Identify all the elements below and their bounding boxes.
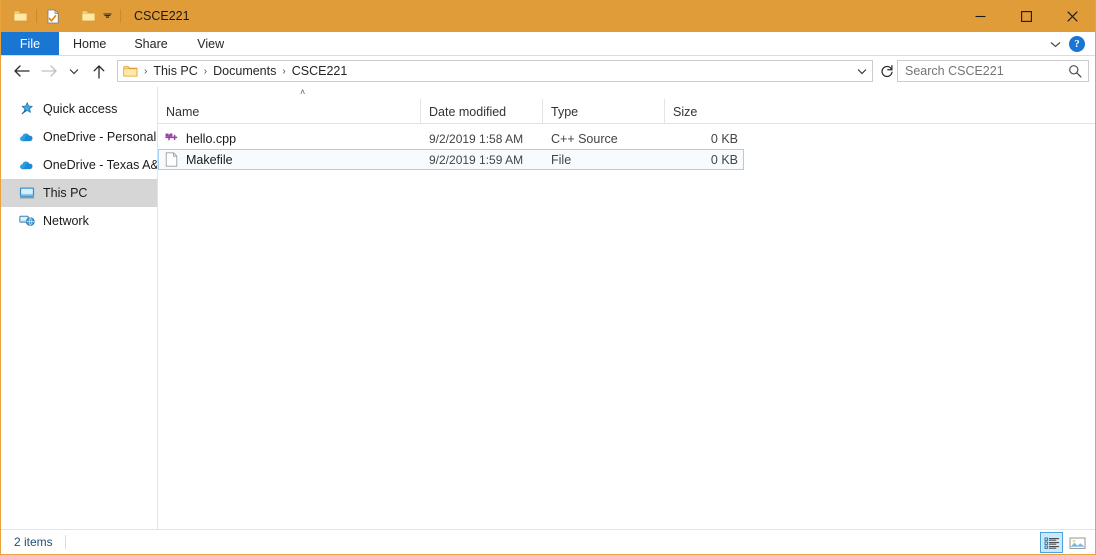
column-header-date-modified[interactable]: Date modified <box>420 99 542 123</box>
table-row[interactable]: hello.cpp 9/2/2019 1:58 AM C++ Source 0 … <box>158 128 744 149</box>
tab-file[interactable]: File <box>1 32 59 55</box>
file-size-cell: 0 KB <box>710 152 738 167</box>
refresh-icon[interactable] <box>877 61 897 81</box>
details-view-icon[interactable] <box>1040 532 1063 553</box>
forward-icon[interactable] <box>35 58 63 84</box>
close-icon[interactable] <box>1049 0 1095 32</box>
expand-ribbon-chevron-down-icon[interactable] <box>1050 41 1061 48</box>
status-bar: 2 items <box>1 529 1095 554</box>
file-explorer-window: CSCE221 File Home Share View ? › This PC… <box>0 0 1096 555</box>
file-date-cell: 9/2/2019 1:59 AM <box>429 152 524 167</box>
column-header-name[interactable]: Name <box>158 99 420 123</box>
search-input[interactable] <box>905 64 1068 78</box>
breadcrumb-separator-1[interactable]: › <box>202 66 209 77</box>
ribbon-right-controls: ? <box>1050 32 1091 56</box>
sidebar-item-label: Quick access <box>43 102 118 116</box>
breadcrumb[interactable]: › This PC › Documents › CSCE221 <box>117 60 873 82</box>
column-header-size[interactable]: Size <box>664 99 745 123</box>
help-icon[interactable]: ? <box>1069 36 1085 52</box>
file-name-cell[interactable]: Makefile <box>159 152 421 168</box>
view-toggle-buttons <box>1040 530 1089 555</box>
file-type-cell: File <box>551 152 572 167</box>
window-controls <box>957 0 1095 32</box>
explorer-body: Quick access OneDrive - Personal OneDriv… <box>1 86 1095 529</box>
sidebar-item-network[interactable]: Network <box>1 207 157 235</box>
back-icon[interactable] <box>7 58 35 84</box>
breadcrumb-item-this-pc[interactable]: This PC <box>149 64 201 78</box>
properties-icon[interactable] <box>42 5 64 27</box>
ribbon-tabs: File Home Share View ? <box>1 32 1095 56</box>
item-count-label: 2 items <box>14 535 53 549</box>
status-separator <box>64 535 66 549</box>
qat-separator-1 <box>36 9 37 23</box>
title-bar: CSCE221 <box>1 0 1095 32</box>
sidebar-item-quick-access[interactable]: Quick access <box>1 95 157 123</box>
sort-ascending-icon: ˄ <box>300 87 306 97</box>
monitor-icon <box>19 185 35 201</box>
tab-share[interactable]: Share <box>120 32 181 55</box>
sidebar-item-label: This PC <box>43 186 88 200</box>
column-headers: Name Date modified Type Size <box>158 99 1095 124</box>
file-name-label: Makefile <box>186 152 233 167</box>
tab-home[interactable]: Home <box>59 32 120 55</box>
navigation-pane: Quick access OneDrive - Personal OneDriv… <box>1 87 158 529</box>
minimize-icon[interactable] <box>957 0 1003 32</box>
sidebar-item-this-pc[interactable]: This PC <box>1 179 157 207</box>
blank-document-icon <box>163 152 179 168</box>
cloud-icon <box>19 129 35 145</box>
chevron-down-icon[interactable] <box>99 5 115 27</box>
search-box[interactable] <box>897 60 1089 82</box>
file-list-pane: ˄ Name Date modified Type Size hello.cpp… <box>158 87 1095 529</box>
tab-view[interactable]: View <box>182 32 240 55</box>
quick-access-toolbar <box>1 5 126 27</box>
sidebar-item-onedrive-personal[interactable]: OneDrive - Personal <box>1 123 157 151</box>
window-title: CSCE221 <box>134 9 190 23</box>
cloud-icon <box>19 157 35 173</box>
star-icon <box>19 101 35 117</box>
table-row[interactable]: Makefile 9/2/2019 1:59 AM File 0 KB <box>158 149 744 170</box>
breadcrumb-item-documents[interactable]: Documents <box>209 64 280 78</box>
breadcrumb-chevron-down-icon[interactable] <box>852 61 872 81</box>
file-date-cell: 9/2/2019 1:58 AM <box>429 131 524 146</box>
cpp-source-icon <box>163 131 179 147</box>
search-icon[interactable] <box>1068 64 1084 78</box>
large-icons-view-icon[interactable] <box>1066 532 1089 553</box>
address-bar: › This PC › Documents › CSCE221 <box>1 56 1095 86</box>
new-folder-icon[interactable] <box>77 5 99 27</box>
breadcrumb-folder-icon[interactable] <box>118 65 142 78</box>
qat-separator-3 <box>120 9 121 23</box>
breadcrumb-separator-2[interactable]: › <box>280 66 287 77</box>
file-name-label: hello.cpp <box>186 131 237 146</box>
file-type-cell: C++ Source <box>551 131 618 146</box>
sidebar-item-label: OneDrive - Personal <box>43 130 157 144</box>
file-rows: hello.cpp 9/2/2019 1:58 AM C++ Source 0 … <box>158 124 1095 529</box>
column-header-type[interactable]: Type <box>542 99 664 123</box>
sidebar-item-onedrive-texas-ai[interactable]: OneDrive - Texas A&I <box>1 151 157 179</box>
breadcrumb-item-csce221[interactable]: CSCE221 <box>288 64 352 78</box>
breadcrumb-separator-0[interactable]: › <box>142 66 149 77</box>
up-icon[interactable] <box>85 58 113 84</box>
sidebar-item-label: OneDrive - Texas A&I <box>43 158 158 172</box>
sidebar-item-label: Network <box>43 214 89 228</box>
network-icon <box>19 213 35 229</box>
maximize-icon[interactable] <box>1003 0 1049 32</box>
file-name-cell[interactable]: hello.cpp <box>159 131 421 147</box>
folder-icon[interactable] <box>9 5 31 27</box>
file-size-cell: 0 KB <box>710 131 738 146</box>
qat-separator-2 <box>69 9 72 23</box>
recent-locations-chevron-down-icon[interactable] <box>63 58 85 84</box>
